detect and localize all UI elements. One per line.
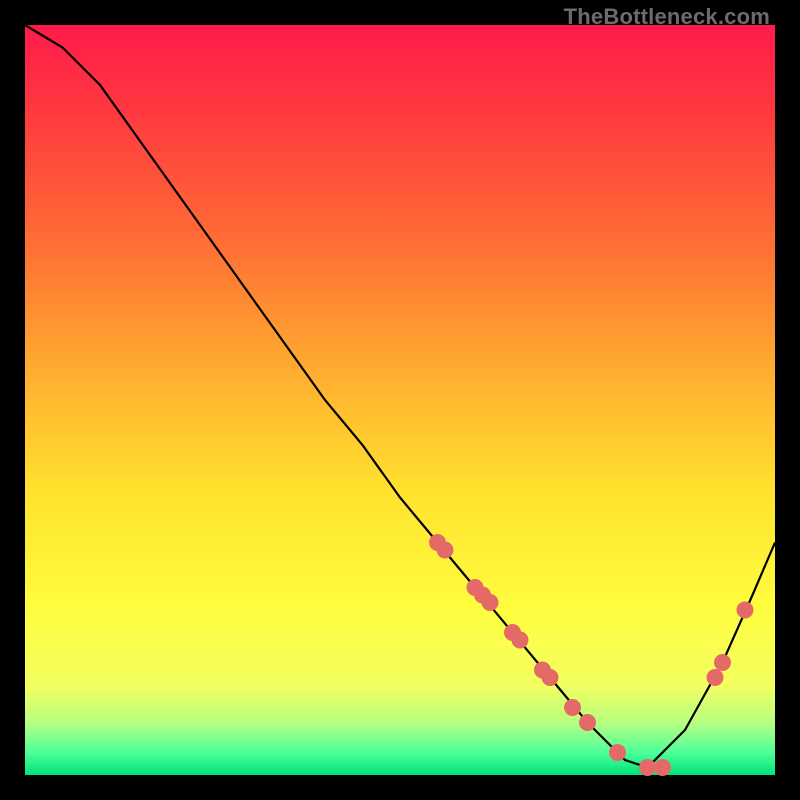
data-point [482,594,499,611]
data-point [639,759,656,776]
data-point [737,602,754,619]
data-point [654,759,671,776]
highlighted-points-group [429,534,754,776]
data-point [437,542,454,559]
data-point [564,699,581,716]
bottleneck-curve [25,25,775,768]
data-point [512,632,529,649]
data-point [609,744,626,761]
data-point [714,654,731,671]
data-point [707,669,724,686]
data-point [542,669,559,686]
chart-svg [25,25,775,775]
data-point [579,714,596,731]
